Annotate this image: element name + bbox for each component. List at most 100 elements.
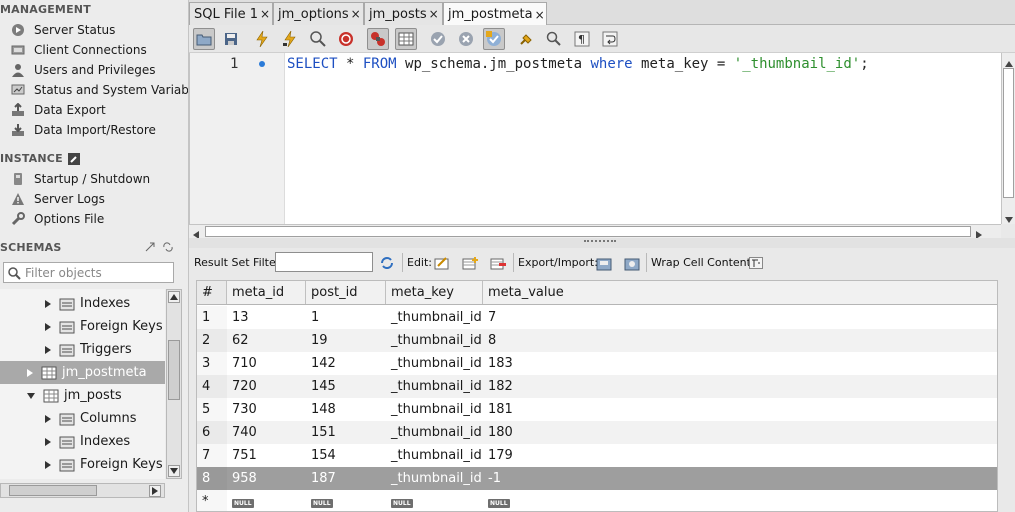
tree-vertical-scrollbar[interactable] — [166, 289, 182, 479]
nav-data-import[interactable]: Data Import/Restore — [10, 120, 156, 140]
cell-post-id[interactable]: 145 — [306, 375, 386, 398]
cell-post-id[interactable]: 187 — [306, 467, 386, 490]
nav-status-variables[interactable]: Status and System Variab — [10, 80, 188, 100]
new-row[interactable]: * NULL NULL NULL NULL — [197, 490, 997, 511]
nav-server-status[interactable]: Server Status — [10, 20, 115, 40]
cell-index[interactable]: 1 — [197, 306, 227, 329]
import-icon[interactable] — [623, 254, 641, 272]
null-cell[interactable]: NULL — [483, 490, 997, 511]
cell-index[interactable]: 3 — [197, 352, 227, 375]
header-col-meta-value[interactable]: meta_value — [483, 281, 997, 304]
cell-meta-key[interactable]: _thumbnail_id — [386, 375, 483, 398]
scroll-thumb[interactable] — [9, 485, 97, 496]
cell-meta-value[interactable]: 183 — [483, 352, 997, 375]
scroll-up-button[interactable] — [168, 291, 180, 303]
tree-item[interactable]: Triggers — [0, 338, 165, 361]
stop-button[interactable] — [335, 28, 357, 50]
cell-meta-id[interactable]: 62 — [227, 329, 306, 352]
cell-meta-id[interactable]: 710 — [227, 352, 306, 375]
tree-item[interactable]: jm_postmeta — [0, 361, 165, 384]
cell-meta-value[interactable]: 181 — [483, 398, 997, 421]
cell-post-id[interactable]: 154 — [306, 444, 386, 467]
cell-index[interactable]: 7 — [197, 444, 227, 467]
cell-meta-value[interactable]: 182 — [483, 375, 997, 398]
beautify-button[interactable] — [515, 28, 537, 50]
scroll-thumb[interactable] — [168, 340, 180, 400]
refresh-schemas-icon[interactable] — [162, 242, 174, 252]
sql-query-text[interactable]: SELECT * FROM wp_schema.jm_postmeta wher… — [287, 56, 869, 72]
toggle-result-panel-button[interactable] — [395, 28, 417, 50]
null-cell[interactable]: NULL — [227, 490, 306, 511]
insert-row-icon[interactable] — [461, 254, 479, 272]
header-col-meta-key[interactable]: meta_key — [386, 281, 483, 304]
cell-post-id[interactable]: 151 — [306, 421, 386, 444]
cell-post-id[interactable]: 1 — [306, 306, 386, 329]
cell-index[interactable]: 6 — [197, 421, 227, 444]
nav-startup-shutdown[interactable]: Startup / Shutdown — [10, 169, 150, 189]
table-row[interactable]: 4 720 145 _thumbnail_id 182 — [197, 375, 997, 398]
nav-users-privileges[interactable]: Users and Privileges — [10, 60, 156, 80]
cell-post-id[interactable]: 19 — [306, 329, 386, 352]
tree-item[interactable]: Foreign Keys — [0, 453, 165, 476]
filter-objects-box[interactable] — [3, 262, 174, 283]
tab-jm-options[interactable]: jm_options × — [273, 2, 364, 25]
expand-arrow-icon[interactable] — [45, 322, 51, 331]
nav-server-logs[interactable]: Server Logs — [10, 189, 105, 209]
cell-meta-value[interactable]: -1 — [483, 467, 997, 490]
open-file-button[interactable] — [193, 28, 215, 50]
word-wrap-button[interactable] — [599, 28, 621, 50]
expand-arrow-icon[interactable] — [45, 460, 51, 469]
tree-item[interactable]: jm_posts — [0, 384, 165, 407]
cell-meta-key[interactable]: _thumbnail_id — [386, 352, 483, 375]
tree-item[interactable]: Indexes — [0, 430, 165, 453]
close-tab-icon[interactable]: × — [351, 7, 361, 21]
table-row[interactable]: 1 13 1 _thumbnail_id 7 — [197, 306, 997, 329]
tab-jm-postmeta[interactable]: jm_postmeta × — [443, 2, 547, 26]
sql-editor[interactable]: 1 SELECT * FROM wp_schema.jm_postmeta wh… — [189, 53, 1001, 224]
null-cell[interactable]: NULL — [306, 490, 386, 511]
cell-index[interactable]: 4 — [197, 375, 227, 398]
cell-meta-id[interactable]: 958 — [227, 467, 306, 490]
tree-horizontal-scrollbar[interactable] — [0, 483, 165, 498]
execute-current-button[interactable] — [279, 28, 301, 50]
cell-post-id[interactable]: 142 — [306, 352, 386, 375]
editor-vertical-scrollbar[interactable] — [1001, 53, 1015, 224]
scroll-down-button[interactable] — [168, 465, 180, 477]
tree-item[interactable]: Indexes — [0, 292, 165, 315]
cell-meta-key[interactable]: _thumbnail_id — [386, 306, 483, 329]
header-col-post-id[interactable]: post_id — [306, 281, 386, 304]
execute-button[interactable] — [251, 28, 273, 50]
cell-meta-id[interactable]: 13 — [227, 306, 306, 329]
collapse-arrow-icon[interactable] — [27, 392, 35, 399]
cell-meta-value[interactable]: 180 — [483, 421, 997, 444]
toggle-stop-on-error-button[interactable] — [367, 28, 389, 50]
cell-index[interactable]: 5 — [197, 398, 227, 421]
nav-data-export[interactable]: Data Export — [10, 100, 106, 120]
expand-arrow-icon[interactable] — [45, 299, 51, 308]
cell-meta-value[interactable]: 7 — [483, 306, 997, 329]
filter-objects-input[interactable] — [25, 265, 165, 280]
commit-button[interactable] — [427, 28, 449, 50]
splitter-grip-icon[interactable] — [584, 240, 616, 243]
close-tab-icon[interactable]: × — [260, 7, 270, 21]
close-tab-icon[interactable]: × — [535, 8, 545, 22]
tree-item[interactable]: Columns — [0, 407, 165, 430]
tab-sql-file-1[interactable]: SQL File 1 × — [189, 2, 273, 25]
autocommit-button[interactable] — [483, 28, 505, 50]
wrap-cell-icon[interactable] — [747, 254, 765, 272]
explain-button[interactable] — [307, 28, 329, 50]
expand-arrow-icon[interactable] — [27, 368, 33, 377]
cell-meta-key[interactable]: _thumbnail_id — [386, 421, 483, 444]
cell-meta-key[interactable]: _thumbnail_id — [386, 398, 483, 421]
cell-meta-value[interactable]: 179 — [483, 444, 997, 467]
cell-meta-key[interactable]: _thumbnail_id — [386, 467, 483, 490]
cell-meta-key[interactable]: _thumbnail_id — [386, 329, 483, 352]
nav-options-file[interactable]: Options File — [10, 209, 104, 229]
expand-arrow-icon[interactable] — [45, 437, 51, 446]
cell-meta-key[interactable]: _thumbnail_id — [386, 444, 483, 467]
cell-post-id[interactable]: 148 — [306, 398, 386, 421]
header-col-index[interactable]: # — [197, 281, 227, 304]
panel-splitter[interactable] — [189, 238, 1015, 248]
save-button[interactable] — [220, 28, 242, 50]
cell-index[interactable]: 8 — [197, 467, 227, 490]
